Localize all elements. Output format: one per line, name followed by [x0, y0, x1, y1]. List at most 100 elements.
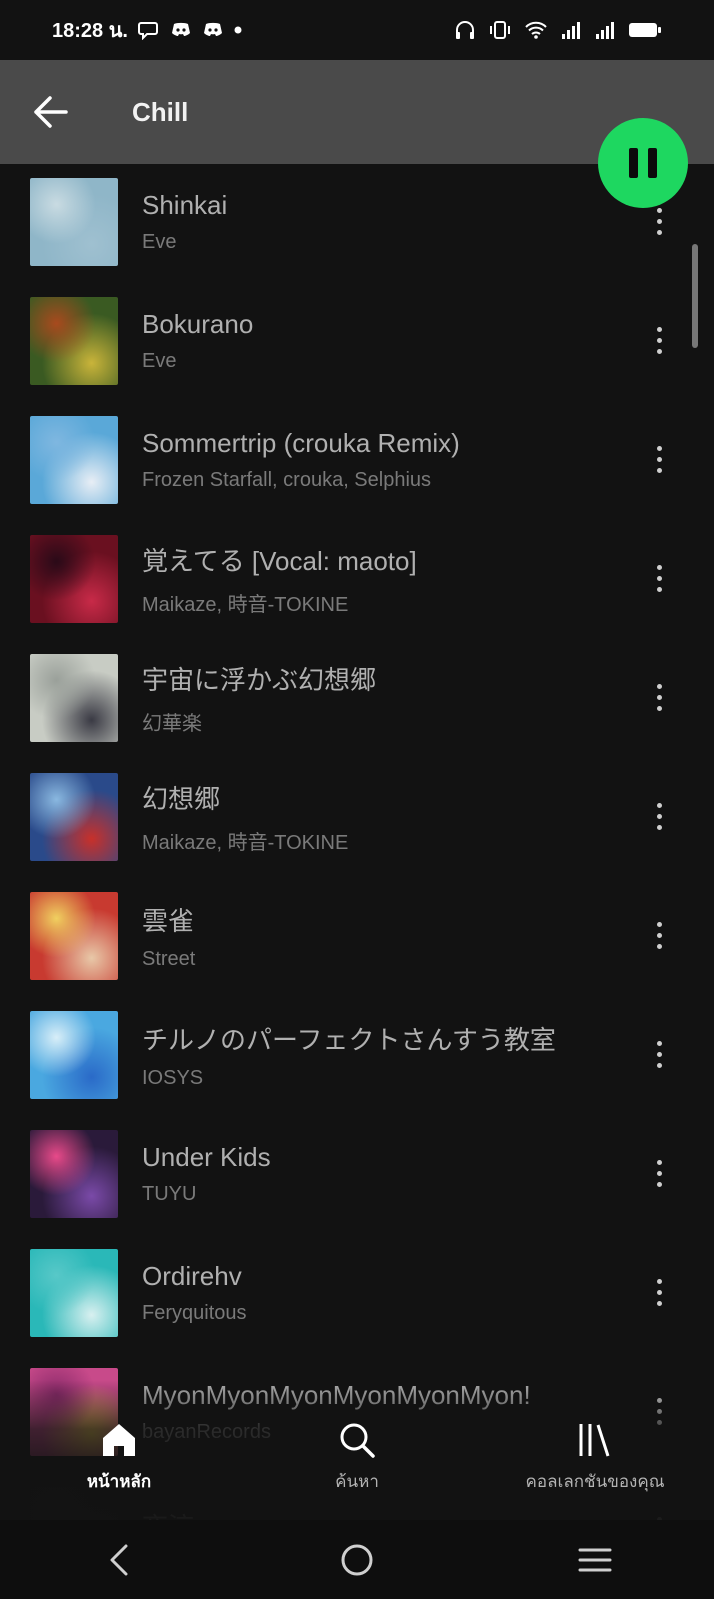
battery-icon — [628, 21, 662, 39]
track-artist: Eve — [142, 230, 177, 253]
signal-icon — [560, 20, 582, 40]
dot — [656, 565, 662, 570]
dot — [656, 219, 662, 224]
track-text: 幻想郷 Maikaze, 時音-TOKINE — [142, 779, 348, 855]
track-row[interactable]: 覚えてる [Vocal: maoto] Maikaze, 時音-TOKINE — [0, 519, 714, 638]
system-back-button[interactable] — [79, 1530, 159, 1590]
dot-icon — [234, 26, 242, 34]
dot — [656, 1052, 662, 1057]
track-title: Bokurano — [142, 308, 254, 339]
home-icon — [103, 1424, 135, 1456]
more-options-icon[interactable] — [644, 557, 674, 601]
more-options-icon[interactable] — [644, 676, 674, 720]
track-title: 雲雀 — [142, 905, 195, 936]
more-options-icon[interactable] — [644, 1033, 674, 1077]
page-title: Chill — [132, 96, 189, 127]
status-right — [454, 20, 662, 40]
more-options-icon[interactable] — [644, 438, 674, 482]
album-cover — [30, 1129, 118, 1218]
track-title: Ordirehv — [142, 1260, 242, 1291]
back-button[interactable] — [20, 82, 80, 142]
chat-bubble-icon — [137, 20, 160, 40]
track-row[interactable]: Bokurano Eve — [0, 281, 714, 400]
dot — [656, 933, 662, 938]
dot — [656, 1182, 662, 1187]
more-options-icon[interactable] — [644, 1271, 674, 1315]
dot — [656, 695, 662, 700]
track-row[interactable]: 幻想郷 Maikaze, 時音-TOKINE — [0, 757, 714, 876]
signal-icon — [594, 20, 616, 40]
dot — [656, 1279, 662, 1284]
track-title: Shinkai — [142, 189, 228, 220]
track-title: チルノのパーフェクトさんすう教室 — [142, 1024, 556, 1055]
album-cover — [30, 1010, 118, 1099]
vibrate-icon — [488, 20, 512, 40]
arrow-left-icon — [34, 96, 68, 128]
pause-icon-bar — [648, 148, 657, 178]
track-text: Sommertrip (crouka Remix) Frozen Starfall… — [142, 428, 460, 492]
track-row[interactable]: Under Kids TUYU — [0, 1114, 714, 1233]
more-options-icon[interactable] — [644, 914, 674, 958]
status-left: 18:28 น. — [52, 14, 242, 46]
dot — [656, 1160, 662, 1165]
dot — [656, 706, 662, 711]
track-row[interactable]: チルノのパーフェクトさんすう教室 IOSYS — [0, 995, 714, 1114]
system-home-button[interactable] — [317, 1530, 397, 1590]
track-text: 雲雀 Street — [142, 901, 195, 971]
album-cover — [30, 1248, 118, 1337]
dot — [656, 1041, 662, 1046]
pause-icon — [629, 148, 638, 178]
system-nav-bar — [0, 1520, 714, 1599]
album-cover — [30, 772, 118, 861]
scrollbar-thumb[interactable] — [692, 244, 698, 348]
dot — [656, 922, 662, 927]
album-cover — [30, 653, 118, 742]
dot — [656, 230, 662, 235]
track-row[interactable]: 雲雀 Street — [0, 876, 714, 995]
track-text: 覚えてる [Vocal: maoto] Maikaze, 時音-TOKINE — [142, 541, 417, 617]
track-title: 幻想郷 — [142, 783, 221, 814]
track-text: Bokurano Eve — [142, 309, 253, 373]
track-text: Under Kids TUYU — [142, 1142, 271, 1206]
track-title: Under Kids — [142, 1141, 271, 1172]
album-cover — [30, 177, 118, 266]
dot — [656, 576, 662, 581]
more-options-icon[interactable] — [644, 1152, 674, 1196]
dot — [656, 446, 662, 451]
circle-home-icon — [341, 1544, 373, 1575]
track-artist: TUYU — [142, 1182, 197, 1205]
nav-search[interactable]: ค้นหา — [247, 1420, 467, 1495]
album-cover — [30, 534, 118, 623]
dot — [656, 803, 662, 808]
track-artist: Eve — [142, 349, 177, 372]
system-recents-button[interactable] — [555, 1530, 635, 1590]
pause-button[interactable] — [598, 118, 688, 208]
dot — [656, 327, 662, 332]
dot — [656, 468, 662, 473]
track-row[interactable]: Sommertrip (crouka Remix) Frozen Starfall… — [0, 400, 714, 519]
track-artist: Frozen Starfall, crouka, Selphius — [142, 468, 432, 491]
menu-icon — [578, 1548, 612, 1571]
nav-search-label: ค้นหา — [335, 1472, 379, 1491]
bottom-nav: หน้าหลัก ค้นหา คอลเลกชันของคุณ — [0, 1420, 714, 1520]
nav-home[interactable]: หน้าหลัก — [9, 1420, 229, 1495]
dot — [656, 208, 662, 213]
library-icon — [579, 1424, 610, 1457]
track-title: 覚えてる [Vocal: maoto] — [142, 545, 417, 576]
track-artist: IOSYS — [142, 1066, 204, 1089]
track-list: Shinkai Eve Bokurano Eve Sommertrip (crouka … — [0, 162, 714, 1590]
nav-library[interactable]: คอลเลกชันของคุณ — [485, 1420, 705, 1495]
nav-home-label: หน้าหลัก — [86, 1472, 152, 1491]
nav-library-label: คอลเลกชันของคุณ — [525, 1472, 665, 1491]
dot — [656, 457, 662, 462]
track-text: Ordirehv Feryquitous — [142, 1261, 247, 1325]
track-title: 宇宙に浮かぶ幻想郷 — [142, 664, 377, 695]
discord-icon — [170, 21, 192, 39]
dot — [656, 1063, 662, 1068]
track-artist: Street — [142, 947, 196, 970]
track-artist: Maikaze, 時音-TOKINE — [142, 593, 349, 616]
more-options-icon[interactable] — [644, 795, 674, 839]
track-row[interactable]: Ordirehv Feryquitous — [0, 1233, 714, 1352]
more-options-icon[interactable] — [644, 319, 674, 363]
track-row[interactable]: 宇宙に浮かぶ幻想郷 幻華楽 — [0, 638, 714, 757]
